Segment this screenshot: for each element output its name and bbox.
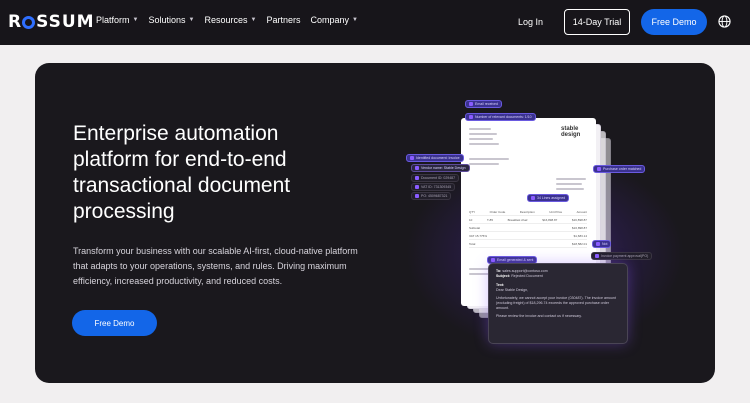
table-row: 10 T-85 Breakfast chair $16,898.87 $16,898.8… — [469, 216, 587, 224]
globe-icon[interactable] — [718, 15, 731, 28]
table-row: VAT 15.775% $1,683.14 — [469, 232, 587, 240]
menu-item-solutions[interactable]: Solutions ▼ — [148, 15, 194, 25]
email-body: Unfortunately, we cannot accept your inv… — [496, 296, 616, 310]
email-preview-card: To: sales.support@contoso.com Subject: R… — [488, 263, 628, 344]
email-greeting: Dear Stable Design, — [496, 288, 529, 292]
rossum-logo[interactable]: R SSUM — [8, 12, 95, 32]
email-subject: Subject: Rejected Document — [496, 274, 543, 278]
chip-not: Not — [592, 240, 612, 248]
doc-line — [469, 138, 493, 140]
chip-vendor-name: Vendor name: Stable Design — [411, 164, 470, 172]
chip-vat-id: VAT ID: 731309345 — [411, 183, 456, 191]
doc-line — [469, 158, 509, 160]
chevron-down-icon: ▼ — [132, 17, 139, 23]
hero-card: Enterprise automation platform for end-t… — [35, 63, 715, 383]
trial-button[interactable]: 14-Day Trial — [564, 9, 630, 35]
menu-item-resources[interactable]: Resources ▼ — [204, 15, 256, 25]
hero-description: Transform your business with our scalabl… — [73, 246, 358, 286]
table-header-row: QTY Order Code Description Unit Price Amount — [469, 208, 587, 216]
table-row: Subtotal $16,898.87 — [469, 224, 587, 232]
login-link[interactable]: Log In — [518, 17, 543, 27]
doc-line — [469, 163, 499, 165]
top-nav: R SSUM Platform ▼ Solutions ▼ Resources ▼ Pa… — [0, 0, 750, 45]
table-row: Total $18,582.01 — [469, 240, 587, 248]
free-demo-nav-button[interactable]: Free Demo — [641, 9, 707, 35]
chevron-down-icon: ▼ — [250, 17, 257, 23]
doc-line — [556, 178, 586, 180]
menu-item-platform[interactable]: Platform ▼ — [96, 15, 138, 25]
chip-line-items: 34 Lines assigned — [527, 194, 570, 202]
hero-title: Enterprise automation platform for end-t… — [73, 122, 291, 223]
main-menu: Platform ▼ Solutions ▼ Resources ▼ Partners… — [96, 15, 368, 25]
chevron-down-icon: ▼ — [188, 17, 195, 23]
chip-purchase-order-matched: Purchase order matched — [593, 165, 646, 173]
logo-ring-icon — [22, 15, 36, 29]
email-closing: Please review the invoice and contact us… — [496, 314, 582, 318]
chip-document-count: Number of relevant documents: 1/10 — [465, 113, 536, 121]
chip-invoice-approval: Invoice payment approval(PO) — [591, 252, 653, 260]
menu-item-partners[interactable]: Partners — [266, 15, 300, 25]
free-demo-hero-button[interactable]: Free Demo — [72, 310, 157, 336]
chip-email-received: Email received — [465, 100, 502, 108]
chip-identified-document: Identified document: Invoice — [406, 154, 464, 162]
doc-brand-logo: stable design — [561, 126, 581, 138]
doc-line — [469, 133, 497, 135]
doc-line — [469, 143, 499, 145]
chevron-down-icon: ▼ — [351, 17, 358, 23]
chip-po: PO: 4509687321 — [411, 192, 452, 200]
doc-line — [556, 188, 584, 190]
chip-document-id: Document ID: 029487 — [411, 174, 460, 182]
menu-item-company[interactable]: Company ▼ — [310, 15, 357, 25]
doc-line — [556, 183, 582, 185]
doc-line — [469, 128, 491, 130]
invoice-table: QTY Order Code Description Unit Price Amount… — [469, 208, 587, 248]
